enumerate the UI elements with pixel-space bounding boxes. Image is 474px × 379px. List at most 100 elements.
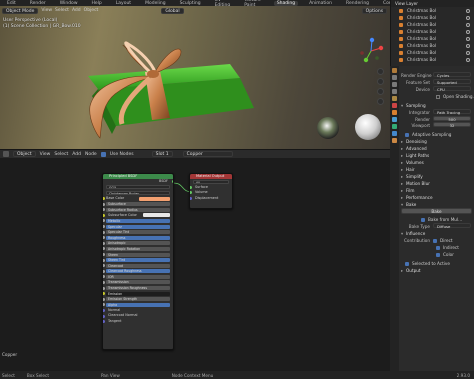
input-socket[interactable] (103, 314, 105, 318)
motion-blur-panel-header[interactable]: ▸ Motion Blur (401, 180, 472, 187)
subsurface-method-dropdown[interactable]: Christensen-Burley (106, 190, 170, 195)
volumes-panel-header[interactable]: ▸ Volumes (401, 159, 472, 166)
visibility-eye-icon[interactable] (466, 36, 470, 41)
input-socket[interactable] (103, 236, 105, 240)
bsdf-input-field[interactable]: Emission Strength (106, 297, 170, 302)
zoom-icon[interactable] (377, 68, 384, 75)
visibility-eye-icon[interactable] (466, 57, 470, 62)
viewport-menu-object[interactable]: Object (84, 8, 99, 13)
feature-set-dropdown[interactable]: Supported (433, 79, 471, 85)
bake-type-dropdown[interactable]: Diffuse (433, 223, 471, 229)
grid-icon[interactable] (377, 98, 384, 105)
node-menu-node[interactable]: Node (85, 152, 97, 157)
bake-button[interactable]: Bake (401, 208, 472, 214)
bsdf-input-field[interactable]: Anisotropic Rotation (106, 246, 170, 251)
outliner-item[interactable]: Christmas Bol (391, 42, 474, 49)
render-samples-field[interactable]: 500 (433, 116, 471, 122)
visibility-eye-icon[interactable] (466, 15, 470, 20)
visibility-eye-icon[interactable] (466, 29, 470, 34)
use-nodes-checkbox[interactable] (100, 151, 106, 157)
indirect-checkbox[interactable] (436, 246, 440, 250)
film-panel-header[interactable]: ▸ Film (401, 187, 472, 194)
input-socket[interactable] (103, 297, 105, 301)
distribution-dropdown[interactable]: GGX (106, 185, 170, 190)
performance-panel-header[interactable]: ▸ Performance (401, 194, 472, 201)
navigation-gizmo[interactable] (356, 36, 386, 66)
hand-icon[interactable] (377, 78, 384, 85)
output-tab-icon[interactable] (392, 82, 397, 87)
mode-dropdown[interactable]: Object Mode (2, 7, 39, 14)
scene-tab-icon[interactable] (392, 96, 397, 101)
object-dropdown[interactable]: Object (13, 151, 36, 157)
outliner-item[interactable]: Christmas Bol (391, 49, 474, 56)
outliner-item[interactable]: Christmas Bol (391, 14, 474, 21)
node-menu-select[interactable]: Select (54, 152, 68, 157)
outliner-item[interactable]: Christmas Bol (391, 21, 474, 28)
outliner-item[interactable]: Christmas Bol (391, 56, 474, 63)
integrator-dropdown[interactable]: Path Tracing (433, 109, 471, 115)
hair-panel-header[interactable]: ▸ Hair (401, 166, 472, 173)
workspace-tab-sculpting[interactable]: Sculpting (177, 1, 204, 6)
node-menu-view[interactable]: View (40, 152, 51, 157)
bsdf-input-field[interactable]: Sheen Tint (106, 258, 170, 263)
bsdf-input-field[interactable]: Anisotropic (106, 241, 170, 246)
object-tab-icon[interactable] (392, 110, 397, 115)
input-socket[interactable] (103, 241, 105, 245)
device-dropdown[interactable]: CPU (433, 86, 471, 92)
workspace-tab-layout[interactable]: Layout (113, 1, 134, 6)
options-dropdown[interactable]: Options (361, 7, 388, 14)
light-paths-panel-header[interactable]: ▸ Light Paths (401, 152, 472, 159)
adaptive-sampling-checkbox[interactable] (405, 133, 409, 137)
material-selector[interactable]: Copper (182, 151, 233, 157)
simplify-panel-header[interactable]: ▸ Simplify (401, 173, 472, 180)
workspace-tab-help[interactable]: Help (89, 1, 105, 6)
node-menu-add[interactable]: Add (72, 152, 81, 157)
workspace-tab-shading[interactable]: Shading (273, 0, 299, 6)
bsdf-input-field[interactable]: Subsurface (106, 202, 170, 207)
node-editor-icon[interactable] (3, 151, 9, 157)
input-socket[interactable] (103, 202, 105, 206)
denoising-panel-header[interactable]: ▸ Denoising (401, 138, 472, 145)
bsdf-input-field[interactable]: Specular Tint (106, 230, 170, 235)
camera-icon[interactable] (377, 88, 384, 95)
render-tab-icon[interactable] (392, 75, 397, 80)
bsdf-input-field[interactable]: Emission (106, 291, 170, 296)
bsdf-output-socket[interactable] (171, 180, 173, 184)
view-layer-tab-icon[interactable] (392, 89, 397, 94)
bsdf-input-field[interactable]: Clearcoat Roughness (106, 269, 170, 274)
input-socket[interactable] (103, 286, 105, 290)
bsdf-input-field[interactable]: Metallic (106, 218, 170, 223)
outliner-item[interactable]: Christmas Bol (391, 7, 474, 14)
output-panel-header[interactable]: ▸ Output (401, 267, 472, 274)
input-socket[interactable] (103, 320, 105, 324)
bsdf-input-field[interactable]: IOR (106, 274, 170, 279)
visibility-eye-icon[interactable] (466, 50, 470, 55)
visibility-eye-icon[interactable] (466, 43, 470, 48)
material-output-node[interactable]: Material Output All Surface Volume Displac… (189, 173, 233, 209)
selected-to-active-checkbox[interactable] (405, 262, 409, 266)
slot-dropdown[interactable]: Slot 1 (151, 151, 173, 157)
workspace-tab-edit[interactable]: Edit (4, 1, 19, 6)
bake-panel-header[interactable]: ▾ Bake (401, 201, 472, 208)
viewport-samples-field[interactable]: 32 (433, 122, 471, 128)
advanced-panel-header[interactable]: ▸ Advanced (401, 145, 472, 152)
bsdf-input-field[interactable]: Transmission (106, 280, 170, 285)
base-color-swatch[interactable] (139, 196, 170, 201)
bsdf-input-field[interactable]: Specular (106, 224, 170, 229)
input-socket[interactable] (103, 247, 105, 251)
visibility-eye-icon[interactable] (466, 22, 470, 27)
viewport-menu-view[interactable]: View (41, 8, 52, 13)
viewport-menu-select[interactable]: Select (55, 8, 69, 13)
input-socket[interactable] (103, 269, 105, 273)
input-socket[interactable] (103, 275, 105, 279)
input-socket[interactable] (103, 264, 105, 268)
node-editor-canvas[interactable]: Principled BSDF BSDF GGX Christensen-Bur… (0, 158, 390, 371)
bake-from-multires-checkbox[interactable] (421, 218, 425, 222)
open-shading-checkbox[interactable] (436, 95, 440, 99)
input-socket[interactable] (103, 253, 105, 257)
modifier-tab-icon[interactable] (392, 117, 397, 122)
3d-viewport[interactable]: Object Mode View Select Add Object Globa… (0, 6, 390, 149)
input-socket[interactable] (103, 292, 105, 296)
output-target-dropdown[interactable]: All (193, 179, 229, 184)
tool-tab-icon[interactable] (392, 68, 397, 73)
